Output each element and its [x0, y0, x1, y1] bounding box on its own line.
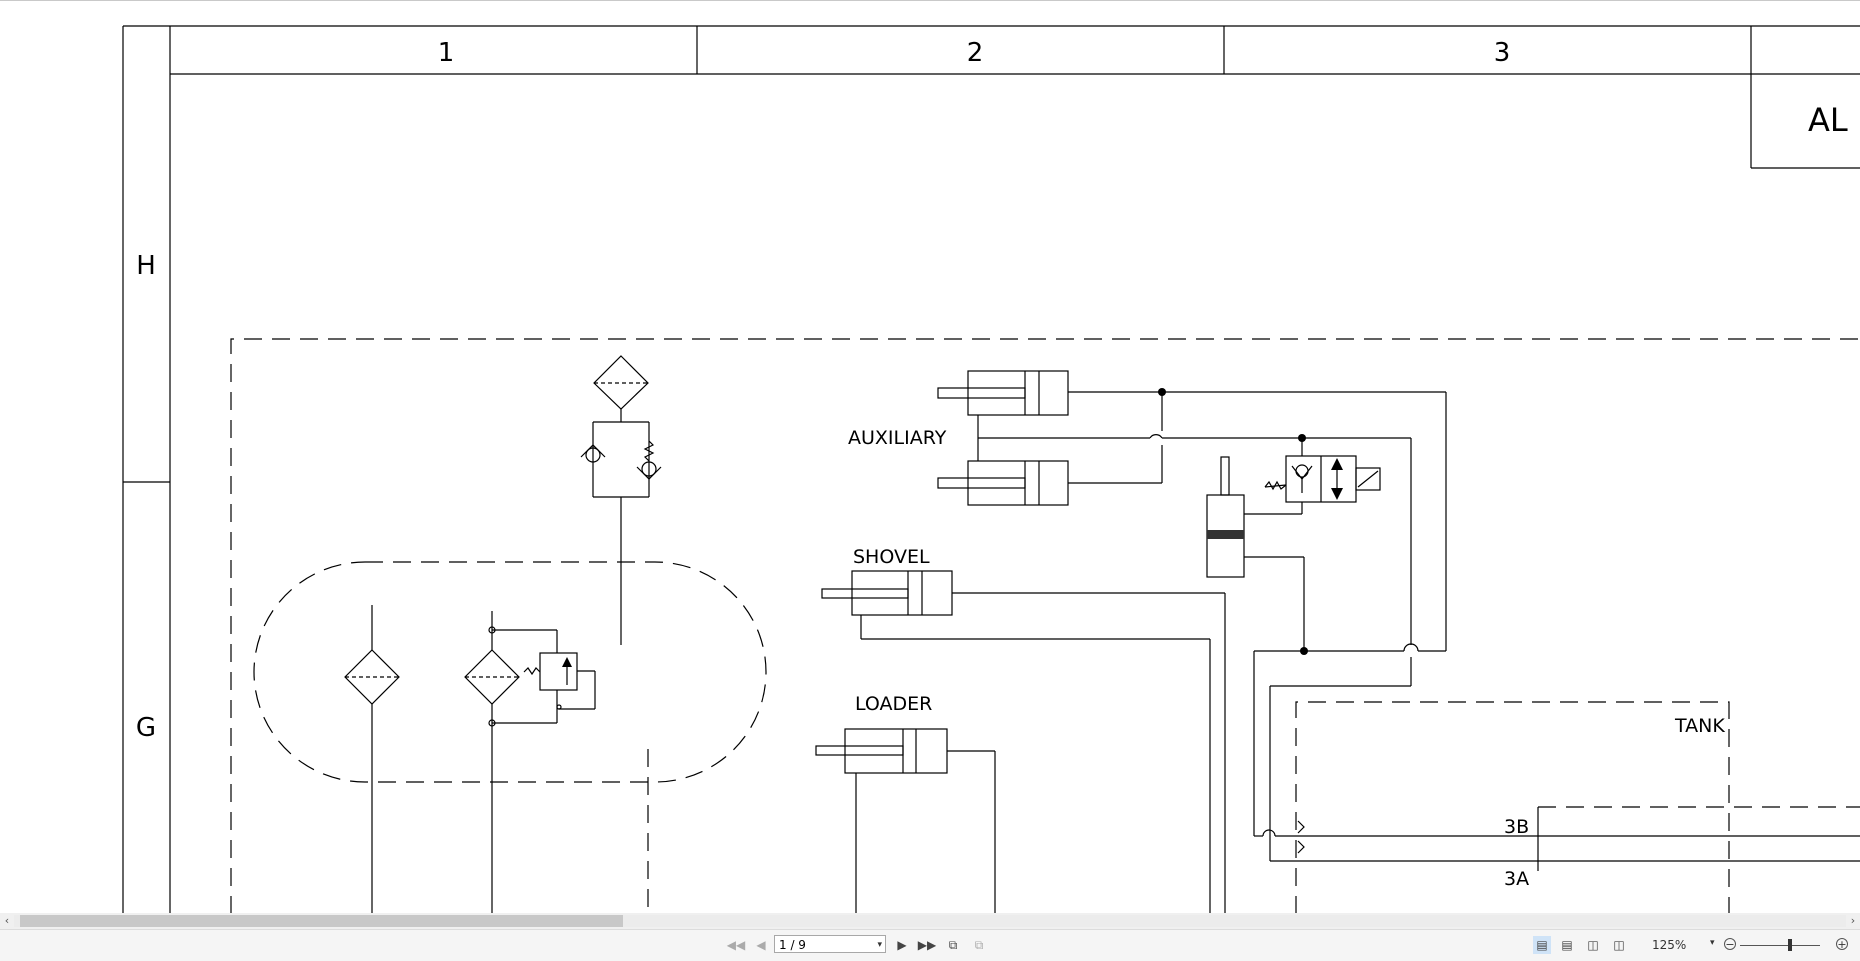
zoom-slider-thumb[interactable]: [1788, 939, 1792, 951]
loader-label: LOADER: [855, 693, 932, 715]
auxiliary-cylinder-bottom: [937, 460, 1162, 506]
page-indicator: 1 / 9: [779, 938, 806, 952]
zoom-dropdown-icon[interactable]: ▾: [1710, 938, 1715, 948]
machine-boundary: [230, 338, 1860, 914]
hydraulic-schematic-drawing: 1 2 3 H G AL AUXILIARY SHOVEL LOADER TAN…: [122, 25, 1860, 914]
scroll-right-icon[interactable]: ›: [1846, 913, 1860, 929]
column-label-1: 1: [438, 38, 455, 68]
previous-view-icon[interactable]: ⧉: [944, 936, 962, 954]
facing-view-icon[interactable]: ◫: [1584, 936, 1602, 954]
drawing-frame: [122, 25, 1860, 914]
continuous-facing-view-icon[interactable]: ◫: [1610, 936, 1628, 954]
row-label-h: H: [136, 251, 156, 281]
column-label-3: 3: [1494, 38, 1511, 68]
port-3b-label: 3B: [1504, 816, 1529, 838]
filter-symbol-left: [344, 605, 400, 914]
title-block-text: AL: [1808, 101, 1848, 139]
horizontal-scrollbar[interactable]: ‹ ›: [0, 913, 1860, 929]
filter-symbol-right: [464, 611, 596, 914]
loader-cylinder: [815, 728, 996, 914]
next-page-icon[interactable]: ▶: [893, 936, 911, 954]
bottom-toolbar: ◀◀ ◀ 1 / 9 ▾ ▶ ▶▶ ⧉ ⧉ ▤ ▤ ◫ ◫ 125% ▾ − +: [0, 929, 1860, 961]
document-page-view[interactable]: 1 2 3 H G AL AUXILIARY SHOVEL LOADER TAN…: [0, 0, 1860, 914]
port-3a-label: 3A: [1504, 868, 1529, 890]
zoom-slider[interactable]: [1740, 945, 1820, 946]
tank-label: TANK: [1674, 715, 1725, 737]
tank-breather: [580, 355, 662, 645]
chevron-down-icon: ▾: [877, 940, 882, 950]
zoom-in-icon[interactable]: +: [1836, 938, 1848, 950]
previous-page-icon[interactable]: ◀: [752, 936, 770, 954]
vertical-cylinder: [1206, 456, 1305, 651]
shovel-cylinder: [821, 570, 1226, 914]
single-page-view-icon[interactable]: ▤: [1533, 936, 1551, 954]
scroll-left-icon[interactable]: ‹: [0, 913, 14, 929]
auxiliary-label: AUXILIARY: [848, 427, 947, 449]
first-page-icon[interactable]: ◀◀: [727, 936, 745, 954]
filter-pod-boundary: [253, 561, 767, 783]
last-page-icon[interactable]: ▶▶: [918, 936, 936, 954]
shovel-label: SHOVEL: [853, 546, 930, 568]
zoom-level[interactable]: 125%: [1652, 938, 1686, 952]
solenoid-valve: [1264, 438, 1381, 503]
continuous-view-icon[interactable]: ▤: [1558, 936, 1576, 954]
column-label-2: 2: [967, 38, 984, 68]
next-view-icon[interactable]: ⧉: [970, 936, 988, 954]
page-selector[interactable]: 1 / 9 ▾: [774, 935, 886, 953]
scroll-thumb[interactable]: [20, 915, 623, 927]
auxiliary-cylinder-top: [937, 370, 1219, 416]
row-label-g: G: [136, 713, 156, 743]
zoom-out-icon[interactable]: −: [1724, 938, 1736, 950]
pdf-viewer: 1 2 3 H G AL AUXILIARY SHOVEL LOADER TAN…: [0, 0, 1860, 961]
